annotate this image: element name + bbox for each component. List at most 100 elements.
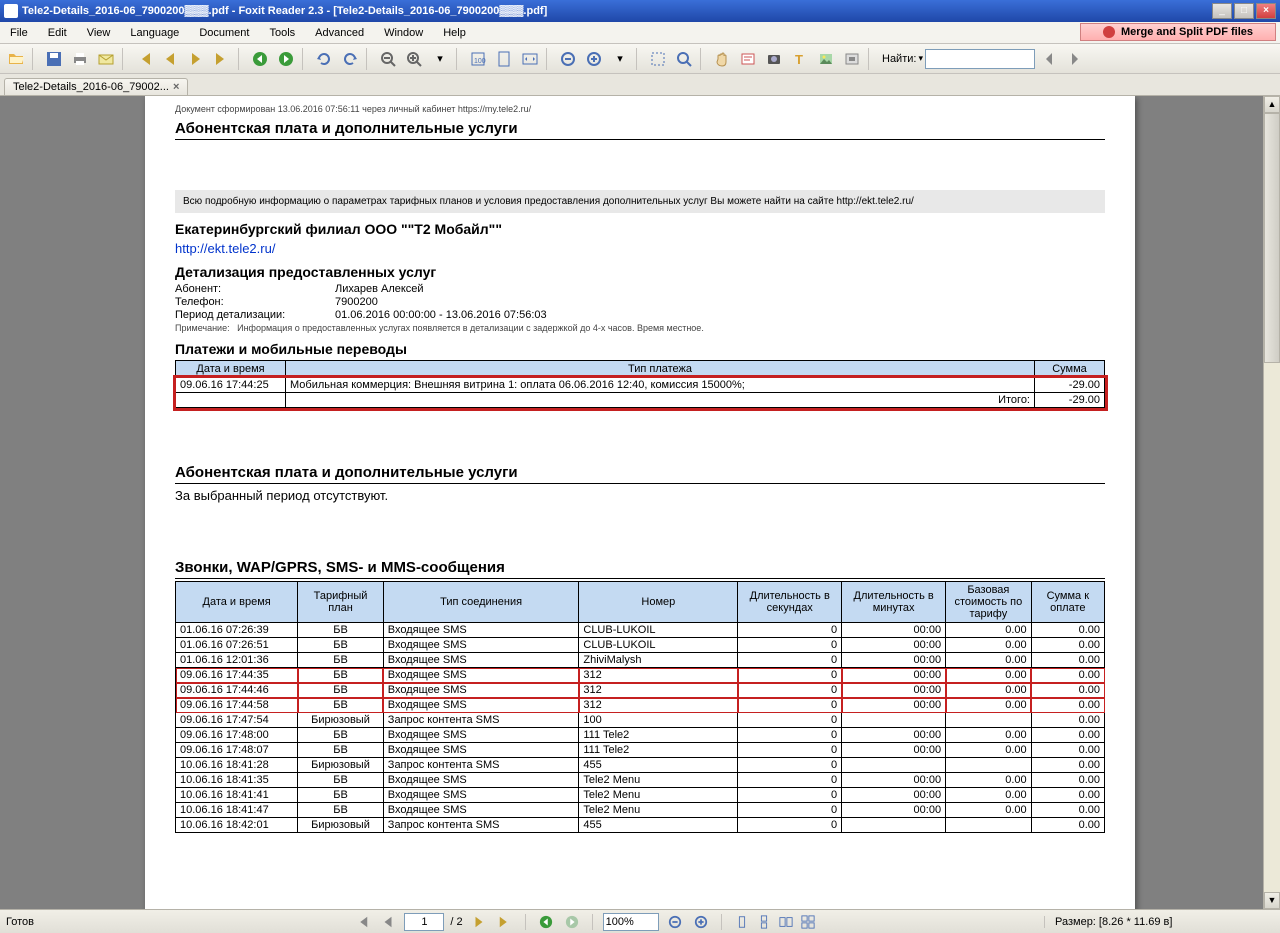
stamp-icon[interactable] — [840, 47, 864, 71]
hand-icon[interactable] — [710, 47, 734, 71]
note-label: Примечание: — [175, 323, 230, 333]
zoom-in-circle-icon[interactable] — [582, 47, 606, 71]
status-ready: Готов — [6, 916, 126, 928]
scroll-up-icon[interactable]: ▲ — [1264, 96, 1280, 113]
snapshot-icon[interactable] — [762, 47, 786, 71]
merge-split-button[interactable]: Merge and Split PDF files — [1080, 23, 1276, 41]
view-single-icon[interactable] — [732, 913, 752, 931]
view-continuous-icon[interactable] — [754, 913, 774, 931]
sb-back-icon[interactable] — [536, 913, 556, 931]
save-icon[interactable] — [42, 47, 66, 71]
search-input[interactable] — [925, 49, 1035, 69]
view-facing-icon[interactable] — [776, 913, 796, 931]
menu-language[interactable]: Language — [120, 22, 189, 43]
first-page-icon[interactable] — [132, 47, 156, 71]
search-label: Найти: — [882, 53, 916, 65]
status-bar: Готов / 2 Размер: [8.26 * 11.69 в] — [0, 909, 1280, 933]
tab-close-icon[interactable]: × — [173, 81, 179, 93]
marquee-icon[interactable] — [646, 47, 670, 71]
app-icon — [4, 4, 18, 18]
rotate-ccw-icon[interactable] — [312, 47, 336, 71]
view-continuous-facing-icon[interactable] — [798, 913, 818, 931]
sb-zoom-in-icon[interactable] — [691, 913, 711, 931]
scroll-thumb[interactable] — [1264, 113, 1280, 363]
back-icon[interactable] — [248, 47, 272, 71]
menu-window[interactable]: Window — [374, 22, 433, 43]
search-next-icon[interactable] — [1063, 47, 1087, 71]
table-row: 09.06.16 17:44:58БВВходящее SMS312000:00… — [176, 698, 1105, 713]
sec2-title: Абонентская плата и дополнительные услуг… — [175, 464, 1105, 484]
table-row: 10.06.16 18:41:28БирюзовыйЗапрос контент… — [176, 758, 1105, 773]
rotate-cw-icon[interactable] — [338, 47, 362, 71]
sb-prev-icon[interactable] — [378, 913, 398, 931]
menu-file[interactable]: File — [0, 22, 38, 43]
minimize-button[interactable]: _ — [1212, 3, 1232, 19]
actual-size-icon[interactable]: 100 — [466, 47, 490, 71]
menu-document[interactable]: Document — [189, 22, 259, 43]
prev-page-icon[interactable] — [158, 47, 182, 71]
doc-title2: Детализация предоставленных услуг — [175, 264, 1105, 280]
pay-sum: -29.00 — [1035, 378, 1105, 393]
pdf-viewport[interactable]: Документ сформирован 13.06.2016 07:56:11… — [0, 96, 1280, 909]
info-box: Всю подробную информацию о параметрах та… — [175, 190, 1105, 213]
menu-tools[interactable]: Tools — [259, 22, 305, 43]
note-value: Информация о предоставленных услугах поя… — [237, 323, 704, 333]
calls-h-3: Номер — [579, 582, 738, 623]
next-page-icon[interactable] — [184, 47, 208, 71]
pay-total-value: -29.00 — [1035, 393, 1105, 408]
last-page-icon[interactable] — [210, 47, 234, 71]
svg-text:100: 100 — [474, 58, 486, 65]
calls-table: Дата и время Тарифный план Тип соединени… — [175, 581, 1105, 833]
doc-title1: Абонентская плата и дополнительные услуг… — [175, 120, 1105, 140]
pay-type: Мобильная коммерция: Внешняя витрина 1: … — [286, 378, 1035, 393]
menu-edit[interactable]: Edit — [38, 22, 77, 43]
document-tab[interactable]: Tele2-Details_2016-06_79002... × — [4, 78, 188, 95]
pay-h-dt: Дата и время — [176, 361, 286, 378]
calls-h-4: Длительность в секундах — [738, 582, 842, 623]
table-row: 09.06.16 17:44:46БВВходящее SMS312000:00… — [176, 683, 1105, 698]
sb-forward-icon[interactable] — [562, 913, 582, 931]
document-tabs: Tele2-Details_2016-06_79002... × — [0, 74, 1280, 96]
zoom-input[interactable] — [603, 913, 659, 931]
print-icon[interactable] — [68, 47, 92, 71]
zoom-dropdown-icon[interactable]: ▾ — [428, 47, 452, 71]
image-icon[interactable] — [814, 47, 838, 71]
open-icon[interactable] — [4, 47, 28, 71]
fit-page-icon[interactable] — [492, 47, 516, 71]
menu-view[interactable]: View — [77, 22, 121, 43]
typewriter-icon[interactable]: T — [788, 47, 812, 71]
page-number-input[interactable] — [404, 913, 444, 931]
doc-url: http://ekt.tele2.ru/ — [175, 241, 1105, 256]
scroll-down-icon[interactable]: ▼ — [1264, 892, 1280, 909]
abonent-label: Абонент: — [175, 283, 335, 295]
select-text-icon[interactable] — [736, 47, 760, 71]
zoom-in-icon[interactable] — [402, 47, 426, 71]
window-title: Tele2-Details_2016-06_7900200▓▓▓.pdf - F… — [22, 5, 547, 17]
zoom-level-dropdown-icon[interactable]: ▾ — [608, 47, 632, 71]
pay-h-sum: Сумма — [1035, 361, 1105, 378]
calls-h-7: Сумма к оплате — [1031, 582, 1104, 623]
window-titlebar: Tele2-Details_2016-06_7900200▓▓▓.pdf - F… — [0, 0, 1280, 22]
search-box: Найти: ▾ — [882, 49, 1035, 69]
loupe-icon[interactable] — [672, 47, 696, 71]
forward-icon[interactable] — [274, 47, 298, 71]
vertical-scrollbar[interactable]: ▲ ▼ — [1263, 96, 1280, 909]
sb-last-icon[interactable] — [495, 913, 515, 931]
menu-advanced[interactable]: Advanced — [305, 22, 374, 43]
menu-help[interactable]: Help — [433, 22, 476, 43]
fit-width-icon[interactable] — [518, 47, 542, 71]
email-icon[interactable] — [94, 47, 118, 71]
calls-title: Звонки, WAP/GPRS, SMS- и MMS-сообщения — [175, 559, 1105, 579]
sb-first-icon[interactable] — [352, 913, 372, 931]
close-button[interactable]: × — [1256, 3, 1276, 19]
maximize-button[interactable]: □ — [1234, 3, 1254, 19]
zoom-out-circle-icon[interactable] — [556, 47, 580, 71]
doc-generated: Документ сформирован 13.06.2016 07:56:11… — [175, 104, 1105, 114]
sb-next-icon[interactable] — [469, 913, 489, 931]
table-row: 09.06.16 17:48:00БВВходящее SMS111 Tele2… — [176, 728, 1105, 743]
page-total: / 2 — [450, 916, 462, 928]
table-row: 10.06.16 18:41:47БВВходящее SMSTele2 Men… — [176, 803, 1105, 818]
zoom-out-icon[interactable] — [376, 47, 400, 71]
sb-zoom-out-icon[interactable] — [665, 913, 685, 931]
search-prev-icon[interactable] — [1037, 47, 1061, 71]
